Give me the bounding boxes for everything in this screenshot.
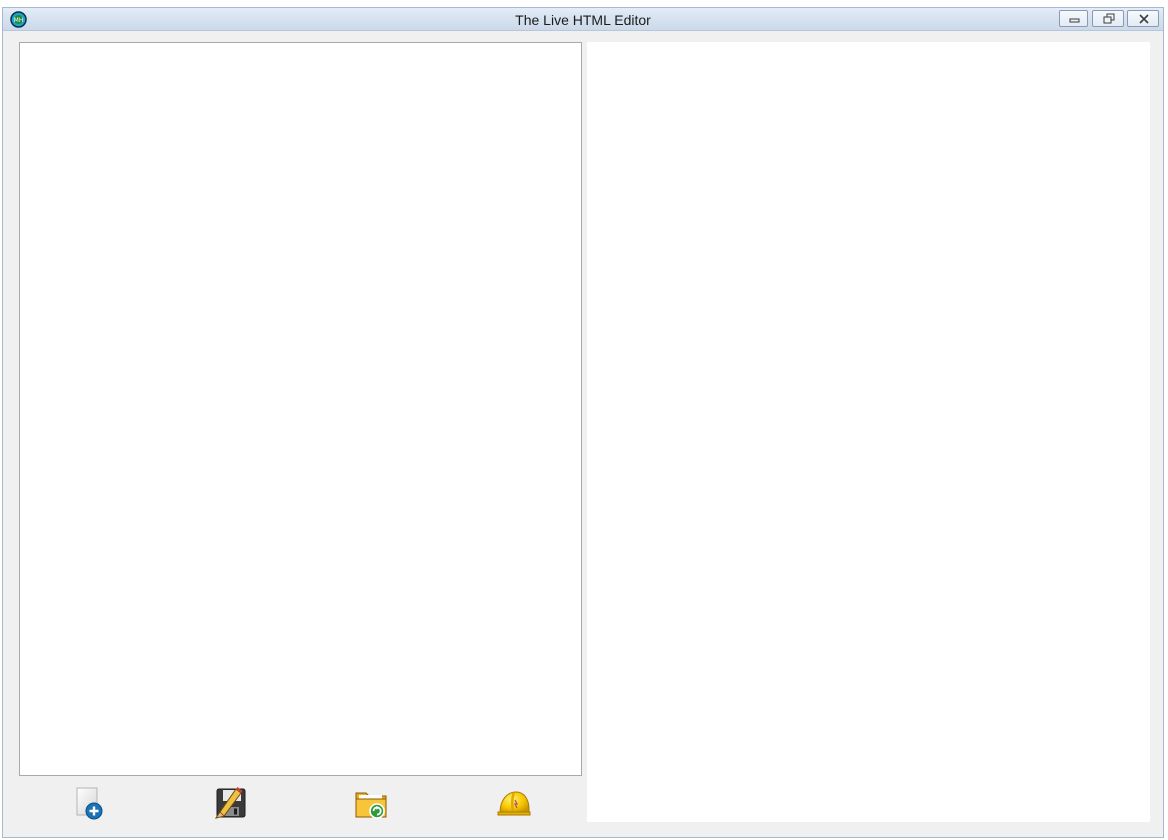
close-button[interactable] <box>1127 10 1159 27</box>
restore-button[interactable] <box>1092 10 1124 27</box>
save-floppy-icon <box>214 787 246 819</box>
close-icon <box>1139 14 1149 24</box>
minimize-icon <box>1069 18 1080 23</box>
save-button[interactable] <box>212 785 248 821</box>
html-editor-textarea[interactable] <box>19 42 582 776</box>
help-button[interactable] <box>496 785 532 821</box>
open-folder-button[interactable] <box>353 785 389 821</box>
restore-icon <box>1103 13 1115 24</box>
new-document-button[interactable] <box>73 785 109 821</box>
title-bar[interactable]: MH The Live HTML Editor <box>3 8 1163 31</box>
main-window: MH The Live HTML Editor <box>2 7 1164 838</box>
window-title: The Live HTML Editor <box>515 12 651 28</box>
minimize-button[interactable] <box>1059 10 1088 27</box>
hard-hat-icon <box>497 791 531 816</box>
new-document-icon <box>76 787 103 820</box>
open-folder-icon <box>355 792 387 819</box>
preview-pane[interactable] <box>587 42 1150 822</box>
